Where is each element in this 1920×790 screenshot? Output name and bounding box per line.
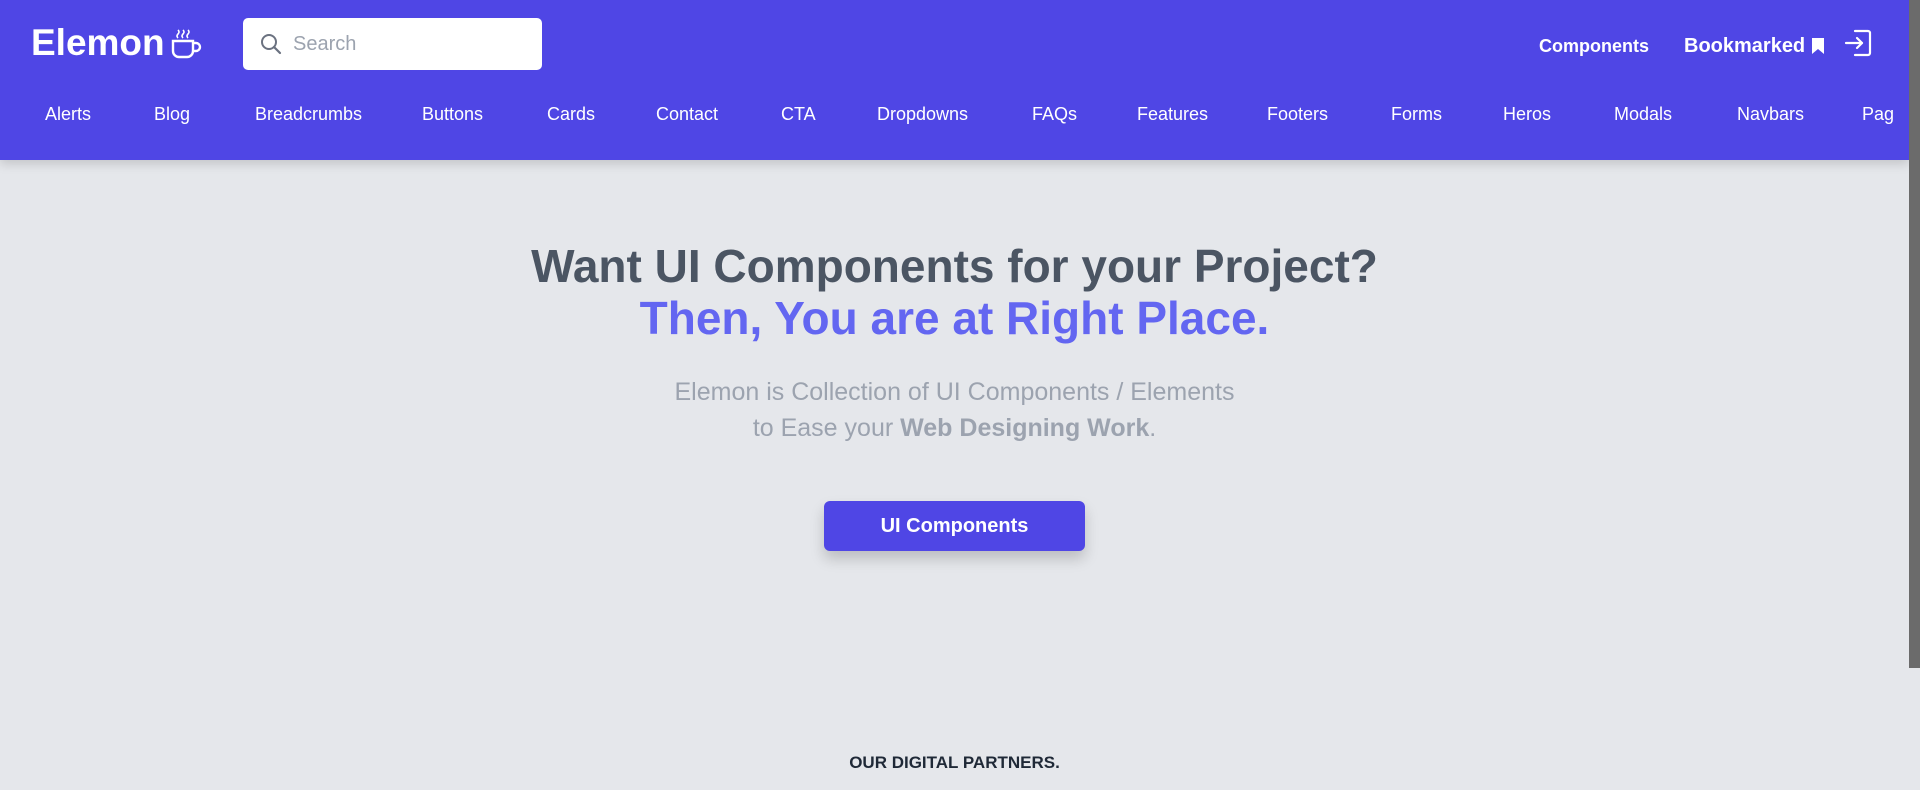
hero-subtitle-bold: Web Designing Work — [900, 414, 1150, 442]
category-navbars[interactable]: Navbars — [1737, 104, 1804, 125]
hero-subtitle-suffix: . — [1149, 414, 1157, 442]
category-breadcrumbs[interactable]: Breadcrumbs — [255, 104, 362, 125]
category-heros[interactable]: Heros — [1503, 104, 1551, 125]
scrollbar-track[interactable] — [1909, 0, 1920, 790]
nav-bookmarked-link[interactable]: Bookmarked — [1684, 33, 1825, 59]
nav-components-label: Components — [1539, 35, 1649, 56]
category-contact[interactable]: Contact — [656, 104, 718, 125]
category-footers[interactable]: Footers — [1267, 104, 1328, 125]
nav-components-link[interactable]: Components — [1539, 33, 1649, 59]
category-faqs[interactable]: FAQs — [1032, 104, 1077, 125]
login-icon — [1844, 29, 1872, 57]
hero-subtitle: Elemon is Collection of UI Components / … — [0, 374, 1909, 446]
top-links: Components Bookmarked — [0, 33, 1909, 65]
category-blog[interactable]: Blog — [154, 104, 190, 125]
ui-components-button[interactable]: UI Components — [824, 501, 1085, 551]
login-button[interactable] — [1843, 28, 1873, 63]
category-cards[interactable]: Cards — [547, 104, 595, 125]
category-cta[interactable]: CTA — [781, 104, 816, 125]
nav-bookmarked-label: Bookmarked — [1684, 34, 1806, 57]
category-alerts[interactable]: Alerts — [45, 104, 91, 125]
hero-title-line2: Then, You are at Right Place. — [639, 292, 1270, 344]
category-pages[interactable]: Pag — [1862, 104, 1894, 125]
scrollbar-thumb[interactable] — [1909, 0, 1920, 668]
category-dropdowns[interactable]: Dropdowns — [877, 104, 968, 125]
category-features[interactable]: Features — [1137, 104, 1208, 125]
hero-title-line1: Want UI Components for your Project? — [531, 240, 1378, 292]
hero-subtitle-line1: Elemon is Collection of UI Components / … — [674, 378, 1235, 406]
hero-subtitle-prefix: to Ease your — [752, 414, 901, 442]
category-buttons[interactable]: Buttons — [422, 104, 483, 125]
hero-title: Want UI Components for your Project? The… — [0, 240, 1909, 344]
category-nav: Alerts Blog Breadcrumbs Buttons Cards Co… — [0, 104, 1909, 132]
category-modals[interactable]: Modals — [1614, 104, 1672, 125]
category-forms[interactable]: Forms — [1391, 104, 1442, 125]
top-header: Elemon Components Bookmarked — [0, 0, 1909, 160]
bookmark-icon — [1812, 38, 1825, 54]
partners-heading: OUR DIGITAL PARTNERS. — [849, 753, 1060, 772]
